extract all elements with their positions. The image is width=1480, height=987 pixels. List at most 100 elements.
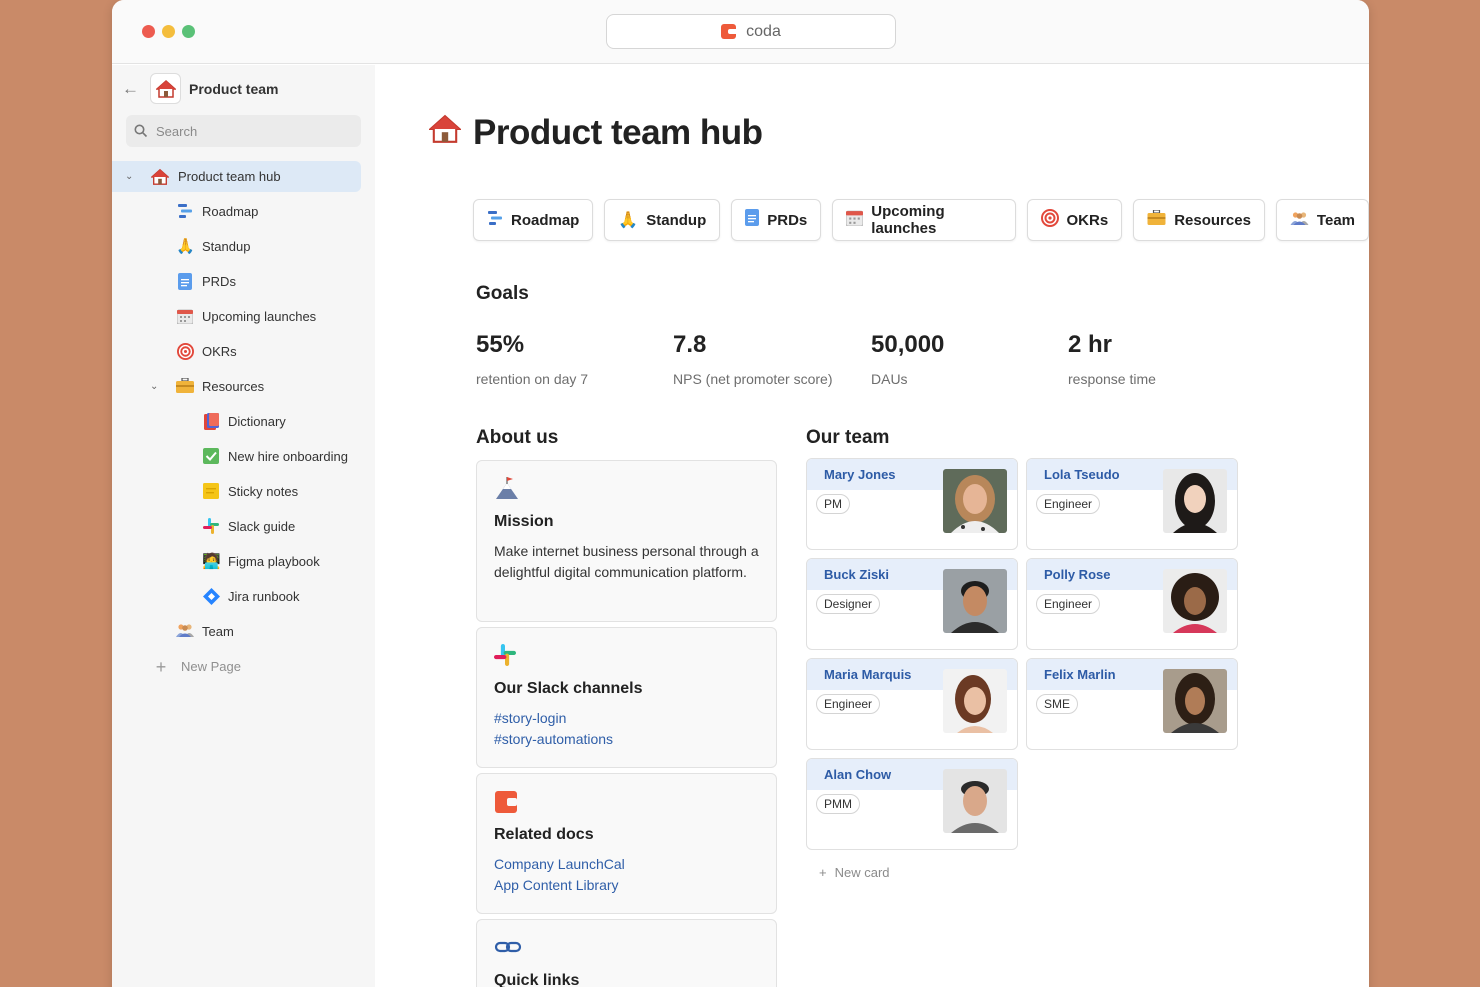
sidebar-item-label: PRDs [202, 274, 236, 289]
roadmap-icon [487, 210, 503, 231]
roadmap-icon [176, 203, 194, 221]
sidebar-nav: ⌄ Product team hub Roadmap 🙏 Standup PRD… [112, 161, 375, 686]
maximize-window-button[interactable] [182, 25, 195, 38]
sidebar: ← Product team ⌄ [112, 65, 375, 987]
sidebar-item-label: Product team hub [178, 169, 281, 184]
sidebar-item-roadmap[interactable]: Roadmap [112, 196, 375, 227]
doc-title[interactable]: Product team [189, 81, 278, 97]
team-card[interactable]: Buck Ziski Designer [806, 558, 1018, 650]
slack-icon [202, 517, 220, 536]
sidebar-item-label: New hire onboarding [228, 449, 348, 464]
sidebar-item-okrs[interactable]: OKRs [112, 336, 375, 367]
sidebar-item-product-team-hub[interactable]: ⌄ Product team hub [112, 161, 361, 192]
avatar [1163, 469, 1227, 533]
sidebar-item-label: Figma playbook [228, 554, 320, 569]
sidebar-item-sticky-notes[interactable]: Sticky notes [112, 476, 375, 507]
search-icon [134, 124, 148, 138]
sidebar-item-slack-guide[interactable]: Slack guide [112, 511, 375, 542]
close-window-button[interactable] [142, 25, 155, 38]
sticky-note-icon [202, 482, 220, 501]
team-card[interactable]: Mary Jones PM [806, 458, 1018, 550]
team-heading: Our team [806, 427, 890, 448]
address-bar[interactable]: coda [606, 14, 896, 49]
member-name[interactable]: Alan Chow [824, 767, 891, 782]
okrs-button[interactable]: OKRs [1026, 199, 1123, 241]
plus-icon: + [819, 865, 827, 880]
team-card[interactable]: Lola Tseudo Engineer [1026, 458, 1238, 550]
button-label: Resources [1174, 211, 1251, 229]
team-card[interactable]: Felix Marlin SME [1026, 658, 1238, 750]
member-name[interactable]: Polly Rose [1044, 567, 1110, 582]
title-bar: coda [112, 0, 1369, 64]
related-doc-links: Company LaunchCal App Content Library [494, 854, 759, 896]
team-card[interactable]: Maria Marquis Engineer [806, 658, 1018, 750]
back-arrow-icon[interactable]: ← [122, 79, 139, 99]
resources-button[interactable]: Resources [1133, 199, 1265, 241]
team-card[interactable]: Alan Chow PMM [806, 758, 1018, 850]
mission-card: Mission Make internet business personal … [476, 460, 777, 622]
mountain-flag-icon [494, 477, 759, 503]
chevron-down-icon[interactable]: ⌄ [150, 381, 158, 392]
search-box[interactable] [126, 115, 361, 147]
goal-value: 7.8 [673, 331, 707, 358]
hands-icon: 🙏 [176, 237, 195, 255]
upcoming-launches-button[interactable]: Upcoming launches [832, 199, 1016, 241]
about-heading: About us [476, 427, 559, 448]
document-icon [176, 272, 194, 291]
related-docs-title: Related docs [494, 826, 594, 843]
goal-value: 2 hr [1068, 331, 1113, 358]
member-name[interactable]: Felix Marlin [1044, 667, 1116, 682]
new-card-button[interactable]: + New card [819, 865, 890, 880]
slack-channel-link[interactable]: #story-automations [494, 729, 759, 750]
button-label: Roadmap [511, 211, 580, 229]
coda-logo-icon [494, 790, 759, 816]
member-name[interactable]: Maria Marquis [824, 667, 911, 682]
sidebar-item-standup[interactable]: 🙏 Standup [112, 231, 375, 262]
hands-icon: 🙏 [618, 212, 639, 229]
toolbox-icon [176, 376, 194, 396]
member-name[interactable]: Lola Tseudo [1044, 467, 1120, 482]
member-name[interactable]: Buck Ziski [824, 567, 889, 582]
search-input[interactable] [156, 123, 346, 139]
team-button[interactable]: Team [1275, 199, 1369, 241]
toolbox-icon [1147, 209, 1166, 230]
chevron-down-icon[interactable]: ⌄ [125, 171, 133, 182]
standup-button[interactable]: 🙏 Standup [604, 199, 721, 241]
prds-button[interactable]: PRDs [731, 199, 822, 241]
roadmap-button[interactable]: Roadmap [473, 199, 594, 241]
member-role: Engineer [816, 694, 881, 714]
sidebar-item-dictionary[interactable]: Dictionary [112, 406, 375, 437]
sidebar-item-figma-playbook[interactable]: 🧑‍💻 Figma playbook [112, 546, 375, 577]
sidebar-item-prds[interactable]: PRDs [112, 266, 375, 297]
member-name[interactable]: Mary Jones [824, 467, 896, 482]
house-icon [150, 168, 170, 186]
doc-icon[interactable] [150, 73, 181, 104]
button-label: PRDs [767, 211, 808, 229]
sidebar-item-label: Upcoming launches [202, 309, 317, 324]
goal-metric: 7.8 NPS (net promoter score) [673, 331, 833, 387]
main-content: Product team hub Roadmap 🙏 Standup PRDs … [375, 65, 1369, 987]
related-doc-link[interactable]: Company LaunchCal [494, 854, 759, 875]
minimize-window-button[interactable] [162, 25, 175, 38]
button-label: Upcoming launches [871, 203, 945, 237]
page-title-text: Product team hub [473, 113, 763, 152]
sidebar-item-resources[interactable]: ⌄ Resources [112, 371, 375, 402]
member-role: PM [816, 494, 850, 514]
sidebar-item-label: Team [202, 624, 234, 639]
new-page-button[interactable]: + New Page [112, 651, 375, 682]
sidebar-item-label: Sticky notes [228, 484, 299, 499]
sidebar-item-upcoming-launches[interactable]: Upcoming launches [112, 301, 375, 332]
avatar [943, 669, 1007, 733]
sidebar-item-new-hire-onboarding[interactable]: New hire onboarding [112, 441, 375, 472]
team-card[interactable]: Polly Rose Engineer [1026, 558, 1238, 650]
goal-label: NPS (net promoter score) [673, 371, 833, 387]
slack-channel-link[interactable]: #story-login [494, 708, 759, 729]
avatar [1163, 569, 1227, 633]
target-icon [1040, 208, 1059, 232]
sidebar-item-jira-runbook[interactable]: Jira runbook [112, 581, 375, 612]
sidebar-item-team[interactable]: Team [112, 616, 375, 647]
slack-channels-card: Our Slack channels #story-login #story-a… [476, 627, 777, 768]
related-doc-link[interactable]: App Content Library [494, 875, 759, 896]
slack-title: Our Slack channels [494, 680, 643, 697]
quick-links-title: Quick links [494, 972, 580, 987]
